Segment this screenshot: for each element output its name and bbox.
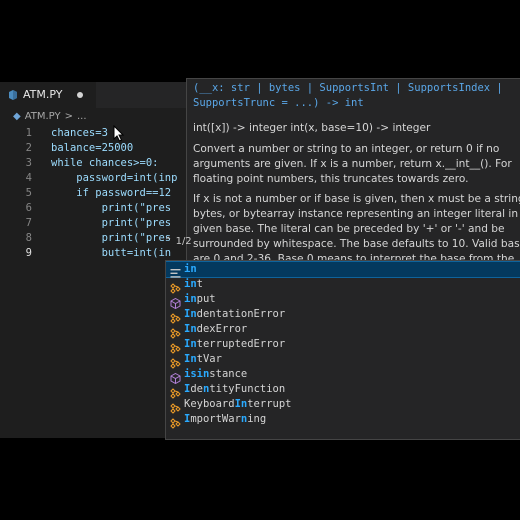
suggestion-item[interactable]: IndexError: [166, 322, 520, 339]
suggestion-label: ImportWarning: [184, 413, 267, 425]
signature-overload-nav[interactable]: ⌃ 1/2: [164, 236, 192, 247]
suggestion-item[interactable]: InterruptedError: [166, 337, 520, 354]
class-icon: [170, 414, 181, 429]
doc-line: given base. The literal can be preceded …: [193, 223, 505, 235]
hover-documentation-popup: (__x: str | bytes | SupportsInt | Suppor…: [186, 78, 520, 270]
suggestion-item[interactable]: IntVar: [166, 352, 520, 369]
code-line[interactable]: while chances>=0:: [51, 157, 158, 169]
function-icon: [170, 369, 181, 385]
breadcrumb-file[interactable]: ATM.PY: [25, 111, 61, 122]
suggestion-label: input: [184, 293, 216, 305]
suggestion-label: isinstance: [184, 368, 248, 380]
code-line[interactable]: chances=3: [51, 127, 108, 139]
suggestion-item[interactable]: ImportWarning: [166, 412, 520, 429]
autocomplete-suggestions[interactable]: in int input IndentationError IndexError Inte…: [165, 260, 520, 440]
class-icon: [170, 399, 181, 414]
doc-line: Convert a number or string to an integer…: [193, 143, 500, 155]
line-number-active: 9: [25, 247, 32, 259]
code-line[interactable]: password=int(inp: [51, 172, 177, 184]
code-line-active[interactable]: butt=int(in: [51, 247, 172, 259]
code-line[interactable]: print("pres: [51, 202, 172, 214]
overload-counter: 1/2: [175, 236, 192, 247]
code-line[interactable]: print("pres: [51, 217, 172, 229]
doc-line: surrounded by whitespace. The base defau…: [193, 238, 520, 250]
code-line[interactable]: if password==12: [51, 187, 171, 199]
line-number: 5: [25, 187, 32, 199]
suggestion-label: IntVar: [184, 353, 222, 365]
line-number: 8: [25, 232, 32, 244]
breadcrumb-more[interactable]: ...: [77, 111, 87, 122]
line-number: 6: [25, 202, 32, 214]
suggestion-item[interactable]: KeyboardInterrupt: [166, 397, 520, 414]
class-icon: [170, 339, 181, 354]
doc-line: bytes, or bytearray instance representin…: [193, 208, 520, 220]
python-file-icon: ◆: [13, 111, 21, 122]
suggestion-item[interactable]: int: [166, 277, 520, 294]
suggestion-label: IdentityFunction: [184, 383, 286, 395]
suggestion-label: IndexError: [184, 323, 248, 335]
breadcrumb-separator: >: [64, 111, 73, 122]
tab-atm-py[interactable]: ATM.PY: [0, 82, 96, 108]
suggestion-label: InterruptedError: [184, 338, 286, 350]
line-number: 2: [25, 142, 32, 154]
class-icon: [170, 354, 181, 369]
doc-line: arguments are given. If x is a number, r…: [193, 158, 512, 170]
class-icon: [170, 324, 181, 339]
signature-line-1: (__x: str | bytes | SupportsInt | Suppor…: [193, 82, 503, 94]
line-number: 1: [25, 127, 32, 139]
keyword-icon: [170, 264, 181, 278]
mouse-pointer-icon: [113, 125, 125, 142]
code-line[interactable]: print("pres: [51, 232, 172, 244]
line-number: 7: [25, 217, 32, 229]
class-icon: [170, 279, 181, 294]
code-line[interactable]: balance=25000: [51, 142, 133, 154]
suggestion-label: in: [184, 263, 197, 275]
class-icon: [170, 309, 181, 324]
unsaved-dot-icon[interactable]: [77, 92, 83, 98]
breadcrumb: ◆ ATM.PY >...: [13, 111, 91, 122]
line-number: 4: [25, 172, 32, 184]
suggestion-label: IndentationError: [184, 308, 286, 320]
class-icon: [170, 384, 181, 399]
suggestion-label: int: [184, 278, 203, 290]
suggestion-item[interactable]: input: [166, 292, 520, 310]
signature-line-2: SupportsTrunc = ...) -> int: [193, 97, 364, 109]
suggestion-label: KeyboardInterrupt: [184, 398, 292, 410]
doc-line: int([x]) -> integer int(x, base=10) -> i…: [193, 122, 431, 134]
suggestion-item[interactable]: IdentityFunction: [166, 382, 520, 399]
suggestion-item[interactable]: in: [166, 261, 520, 278]
doc-line: floating point numbers, this truncates t…: [193, 173, 469, 185]
chevron-up-icon[interactable]: ⌃: [164, 236, 172, 247]
python-file-icon: [9, 90, 17, 100]
tab-label: ATM.PY: [23, 88, 63, 101]
suggestion-item[interactable]: IndentationError: [166, 307, 520, 324]
function-icon: [170, 294, 181, 310]
line-number: 3: [25, 157, 32, 169]
suggestion-item[interactable]: isinstance: [166, 367, 520, 385]
doc-line: If x is not a number or if base is given…: [193, 193, 520, 205]
